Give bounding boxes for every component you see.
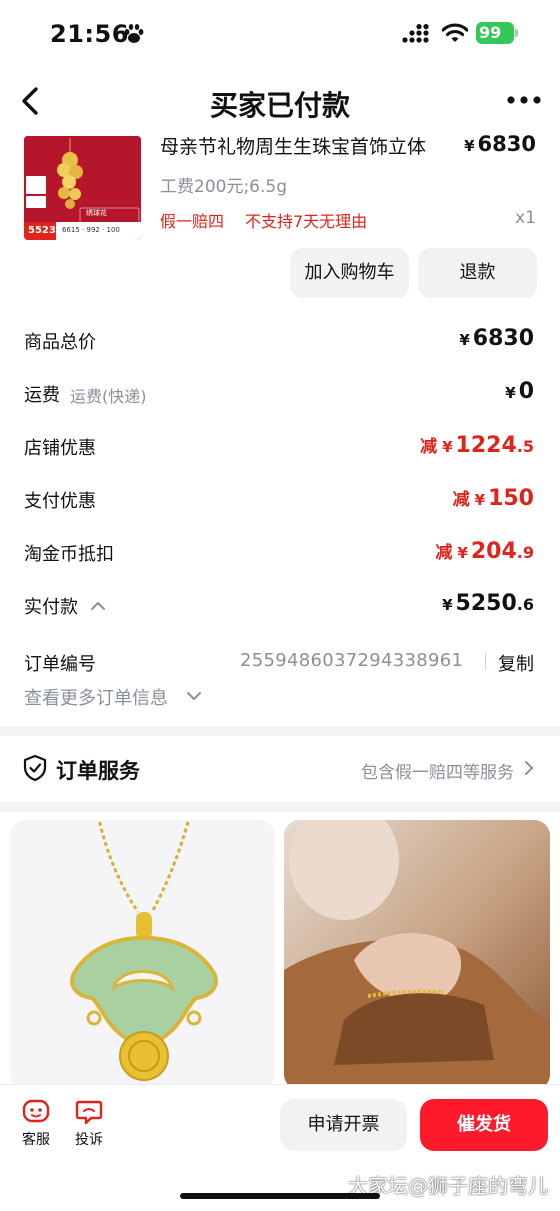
status-bar: 21:56 99 [0,0,560,66]
urge-shipping-button[interactable]: 催发货 [420,1099,548,1151]
chevron-down-icon[interactable] [186,690,202,702]
shipping-value: ¥0 [505,379,534,404]
total-price-value: ¥6830 [459,326,534,351]
complain-button[interactable]: 投诉 [69,1099,109,1149]
status-time: 21:56 [50,20,129,48]
pay-discount-label: 支付优惠 [24,491,96,512]
complain-icon [75,1100,103,1125]
signal-icon [402,24,429,43]
product-title[interactable]: 母亲节礼物周生生珠宝首饰立体 [160,132,426,159]
paid-amount-value: ¥5250.6 [442,591,534,616]
order-service-title: 订单服务 [56,759,140,783]
wifi-icon [442,23,468,42]
more-order-info-link[interactable]: 查看更多订单信息 [24,684,168,710]
row-shop-discount: 店铺优惠 减 ¥1224.5 [24,433,536,464]
total-price-label: 商品总价 [24,332,96,353]
copy-order-button[interactable]: 复制 [498,650,534,676]
complain-label: 投诉 [75,1132,103,1148]
recommend-card-bracelet[interactable] [284,820,550,1090]
nav-bar: 买家已付款 [0,72,560,132]
row-coin-deduction: 淘金币抵扣 减 ¥204.9 [24,539,536,570]
coin-deduction-label: 淘金币抵扣 [24,544,114,565]
row-total-price: 商品总价 ¥6830 [24,326,536,358]
shop-discount-label: 店铺优惠 [24,438,96,459]
pendant-image [10,820,275,1090]
product-quantity: x1 [515,208,536,228]
order-number: 2559486037294338961 [240,650,464,671]
battery-icon: 99 [476,22,518,44]
order-service-desc[interactable]: 包含假一赔四等服务 [361,758,514,783]
shop-discount-value: 减 ¥1224.5 [420,433,534,458]
row-pay-discount: 支付优惠 减 ¥150 [24,486,536,517]
thumb-price: 5523 [28,225,56,236]
bracelet-image [284,820,550,1090]
product-thumbnail[interactable]: 绣球花 5523 6615 · 992 · 100 [24,136,141,240]
product-tag-no-return: 不支持7天无理由 [245,212,368,231]
pay-discount-value: 减 ¥150 [452,486,534,511]
row-shipping: 运费 运费(快递) ¥0 [24,379,536,411]
customer-service-icon [22,1099,50,1123]
customer-service-button[interactable]: 客服 [16,1099,56,1149]
section-divider [0,802,560,812]
chevron-up-icon[interactable] [90,599,106,611]
request-invoice-button[interactable]: 申请开票 [280,1099,407,1151]
page-title: 买家已付款 [209,89,350,122]
paid-amount-label: 实付款 [24,597,78,618]
divider [485,652,486,670]
product-tag-guarantee: 假一赔四 [160,212,225,231]
more-icon[interactable] [506,92,542,108]
refund-button[interactable]: 退款 [418,248,537,298]
shield-check-icon [23,754,47,782]
battery-level: 99 [479,23,502,42]
section-divider [0,726,560,736]
shipping-method: 运费(快递) [70,387,147,406]
coin-deduction-value: 减 ¥204.9 [435,539,534,564]
thumb-numbers: 6615 · 992 · 100 [62,226,120,234]
chevron-right-icon[interactable] [524,760,534,776]
product-price: ¥6830 [464,132,536,156]
shipping-label: 运费 [24,385,60,406]
order-number-label: 订单编号 [24,654,96,675]
row-paid-amount[interactable]: 实付款 ¥5250.6 [24,591,536,623]
customer-service-label: 客服 [22,1132,50,1148]
recommend-card-pendant[interactable] [10,820,275,1090]
add-to-cart-button[interactable]: 加入购物车 [290,248,409,298]
product-spec: 工费200元;6.5g [160,177,288,197]
paw-icon [124,24,144,43]
home-indicator[interactable] [180,1193,380,1199]
thumb-product-name: 绣球花 [86,209,107,217]
